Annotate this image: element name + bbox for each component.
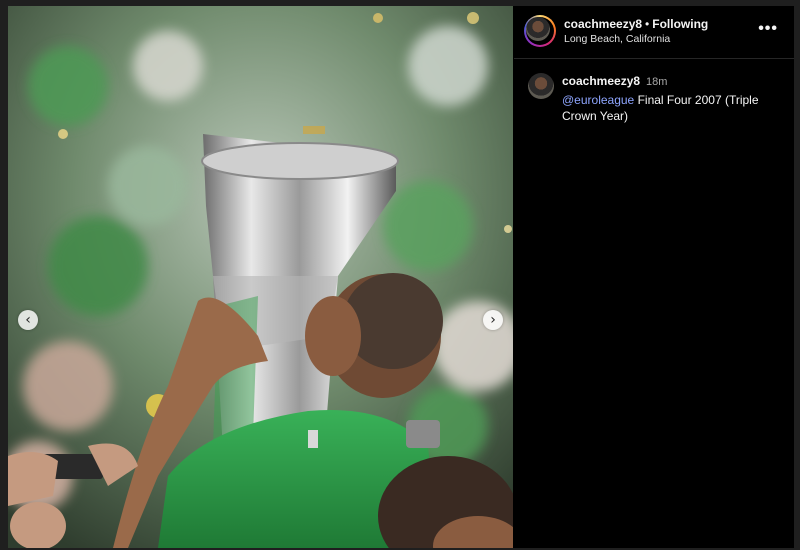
avatar-image — [526, 17, 550, 41]
carousel-prev-button[interactable]: ‹ — [18, 310, 38, 330]
location-link[interactable]: Long Beach, California — [564, 33, 708, 45]
caption-username[interactable]: coachmeezy8 — [562, 74, 640, 88]
caption: coachmeezy8 18m @euroleague Final Four 20… — [514, 59, 794, 124]
post-modal: ‹ › coachmeezy8 • Following Long Beach, Ca… — [8, 6, 794, 548]
post-photo: ‹ › — [8, 6, 513, 548]
post-side-panel: coachmeezy8 • Following Long Beach, Califo… — [514, 6, 794, 548]
header-username[interactable]: coachmeezy8 — [564, 17, 642, 31]
caption-time: 18m — [646, 76, 668, 88]
photo-image — [8, 6, 513, 548]
mention-link[interactable]: @euroleague — [562, 93, 634, 107]
more-options-icon[interactable]: ••• — [758, 20, 778, 38]
avatar[interactable] — [524, 15, 556, 47]
caption-avatar[interactable] — [528, 73, 554, 99]
post-header: coachmeezy8 • Following Long Beach, Califo… — [514, 6, 794, 59]
carousel-next-button[interactable]: › — [483, 310, 503, 330]
separator-dot: • — [645, 17, 650, 31]
caption-body: @euroleague Final Four 2007 (Triple Crow… — [562, 92, 762, 124]
following-button[interactable]: Following — [652, 17, 708, 31]
header-text: coachmeezy8 • Following Long Beach, Califo… — [564, 17, 708, 45]
